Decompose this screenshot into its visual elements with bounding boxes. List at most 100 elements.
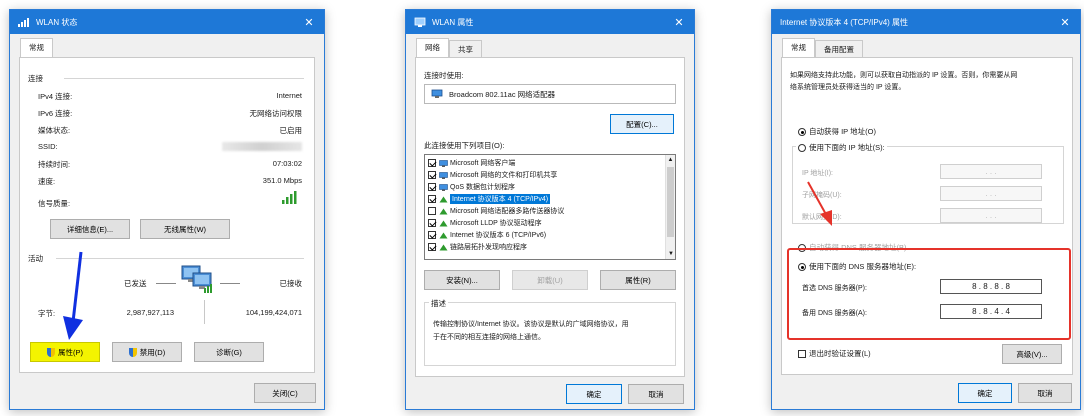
tab-networking[interactable]: 网络 (416, 38, 449, 57)
list-item[interactable]: Microsoft 网络的文件和打印机共享 (425, 169, 675, 181)
tab-strip: 常规 备用配置 (782, 38, 863, 57)
description-text-line2: 于在不同的相互连接的网络上通信。 (433, 334, 545, 341)
wifi-signal-icon (18, 18, 29, 27)
auto-ip-label: 自动获得 IP 地址(O) (809, 127, 876, 136)
list-item[interactable]: Microsoft 网络适配器多路传送器协议 (425, 205, 675, 217)
ssid-label: SSID: (38, 142, 58, 151)
close-icon[interactable]: ✕ (302, 16, 316, 29)
manual-ip-label: 使用下面的 IP 地址(S): (809, 143, 885, 152)
checkbox-icon[interactable] (428, 231, 436, 239)
gateway-field[interactable]: . . . (940, 208, 1042, 223)
title-bar: WLAN 属性 ✕ (406, 10, 694, 34)
properties-button[interactable]: 属性(R) (600, 270, 676, 290)
details-button[interactable]: 详细信息(E)... (50, 219, 130, 239)
ok-button[interactable]: 确定 (958, 383, 1012, 403)
items-label: 此连接使用下列项目(O): (424, 141, 505, 150)
cancel-button[interactable]: 取消 (628, 384, 684, 404)
bytes-sent-value: 2,987,927,113 (126, 308, 174, 317)
diagnose-button[interactable]: 诊断(G) (194, 342, 264, 362)
validate-on-exit-option[interactable]: 退出时验证设置(L) (798, 348, 871, 359)
title-bar: WLAN 状态 ✕ (10, 10, 324, 34)
manual-ip-option[interactable]: 使用下面的 IP 地址(S): (796, 142, 887, 153)
ipv6-label: IPv6 连接: (38, 109, 73, 118)
protocol-icon (439, 244, 448, 250)
bytes-received-value: 104,199,424,071 (245, 308, 302, 317)
connect-using-label: 连接时使用: (424, 71, 464, 80)
ipv4-value: Internet (276, 91, 302, 100)
ssid-blurred-value (222, 142, 302, 151)
sent-line (156, 283, 176, 284)
close-icon[interactable]: ✕ (1058, 16, 1072, 29)
network-adapter-icon (414, 17, 426, 27)
list-item[interactable]: Microsoft LLDP 协议驱动程序 (425, 217, 675, 229)
tab-general[interactable]: 常规 (782, 38, 815, 57)
checkbox-icon[interactable] (428, 195, 436, 203)
checkbox-icon[interactable] (428, 171, 436, 179)
divider (64, 78, 304, 79)
duration-label: 持续时间: (38, 160, 71, 169)
disable-label: 禁用(D) (139, 347, 166, 357)
network-computers-icon (181, 265, 212, 293)
auto-ip-option[interactable]: 自动获得 IP 地址(O) (798, 126, 876, 137)
speed-value: 351.0 Mbps (262, 176, 302, 185)
adapter-box: Broadcom 802.11ac 网络适配器 (424, 84, 676, 104)
scroll-thumb[interactable] (667, 167, 674, 237)
close-icon[interactable]: ✕ (672, 16, 686, 29)
advanced-button[interactable]: 高级(V)... (1002, 344, 1062, 364)
list-item[interactable]: Internet 协议版本 4 (TCP/IPv4) (425, 193, 675, 205)
tab-sharing[interactable]: 共享 (449, 40, 482, 57)
ok-button[interactable]: 确定 (566, 384, 622, 404)
list-item[interactable]: Microsoft 网络客户端 (425, 157, 675, 169)
list-item[interactable]: QoS 数据包计划程序 (425, 181, 675, 193)
validate-on-exit-label: 退出时验证设置(L) (809, 349, 871, 358)
list-scrollbar[interactable]: ▲ ▼ (665, 155, 675, 259)
title-bar: Internet 协议版本 4 (TCP/IPv4) 属性 ✕ (772, 10, 1080, 34)
checkbox-icon (798, 350, 806, 359)
bytes-label: 字节: (38, 309, 56, 318)
cancel-button[interactable]: 取消 (1018, 383, 1072, 403)
checkbox-icon[interactable] (428, 159, 436, 167)
list-item-label: Microsoft 网络的文件和打印机共享 (450, 172, 558, 179)
list-item[interactable]: 链路层拓扑发现响应程序 (425, 241, 675, 253)
blue-arrow-annotation (63, 251, 83, 340)
components-list[interactable]: Microsoft 网络客户端 Microsoft 网络的文件和打印机共享 QoS … (424, 154, 676, 260)
close-button[interactable]: 关闭(C) (254, 383, 316, 403)
sent-label: 已发送 (124, 279, 147, 288)
subnet-mask-field[interactable]: . . . (940, 186, 1042, 201)
tab-strip: 网络 共享 (416, 38, 482, 57)
disable-button[interactable]: 禁用(D) (112, 342, 182, 362)
scroll-up-arrow[interactable]: ▲ (666, 155, 675, 165)
received-line (220, 283, 240, 284)
checkbox-icon[interactable] (428, 243, 436, 251)
protocol-icon (439, 220, 448, 226)
list-item[interactable]: Internet 协议版本 6 (TCP/IPv6) (425, 229, 675, 241)
ip-address-field[interactable]: . . . (940, 164, 1042, 179)
wlan-properties-dialog: WLAN 属性 ✕ 网络 共享 连接时使用: Broadcom 802.11ac… (405, 9, 695, 410)
checkbox-icon[interactable] (428, 207, 436, 215)
window-title: WLAN 状态 (36, 17, 78, 27)
uninstall-button[interactable]: 卸载(U) (512, 270, 588, 290)
wlan-status-dialog: WLAN 状态 ✕ 常规 连接 IPv4 连接: Internet IPv6 连… (9, 9, 325, 410)
activity-header: 活动 (28, 254, 43, 263)
tab-general[interactable]: 常规 (20, 38, 53, 57)
list-item-label: Microsoft 网络适配器多路传送器协议 (450, 208, 565, 215)
wireless-properties-button[interactable]: 无线属性(W) (140, 219, 230, 239)
configure-button[interactable]: 配置(C)... (610, 114, 674, 134)
scroll-down-arrow[interactable]: ▼ (666, 249, 675, 259)
checkbox-icon[interactable] (428, 219, 436, 227)
list-item-label: 链路层拓扑发现响应程序 (450, 244, 527, 251)
network-client-icon (439, 159, 448, 167)
ipv4-label: IPv4 连接: (38, 92, 73, 101)
window-title: Internet 协议版本 4 (TCP/IPv4) 属性 (780, 17, 909, 27)
tab-alternate-config[interactable]: 备用配置 (815, 40, 863, 57)
list-item-label: Microsoft 网络客户端 (450, 160, 516, 167)
install-button[interactable]: 安装(N)... (424, 270, 500, 290)
properties-button[interactable]: 属性(P) (30, 342, 100, 362)
checkbox-icon[interactable] (428, 183, 436, 191)
media-state-label: 媒体状态: (38, 126, 71, 135)
adapter-name: Broadcom 802.11ac 网络适配器 (449, 89, 556, 99)
protocol-icon (439, 208, 448, 214)
intro-text-line1: 如果网络支持此功能，则可以获取自动指派的 IP 设置。否则，你需要从网 (790, 72, 1018, 79)
ipv6-value: 无网络访问权限 (249, 109, 303, 118)
list-item-label: QoS 数据包计划程序 (450, 184, 515, 191)
